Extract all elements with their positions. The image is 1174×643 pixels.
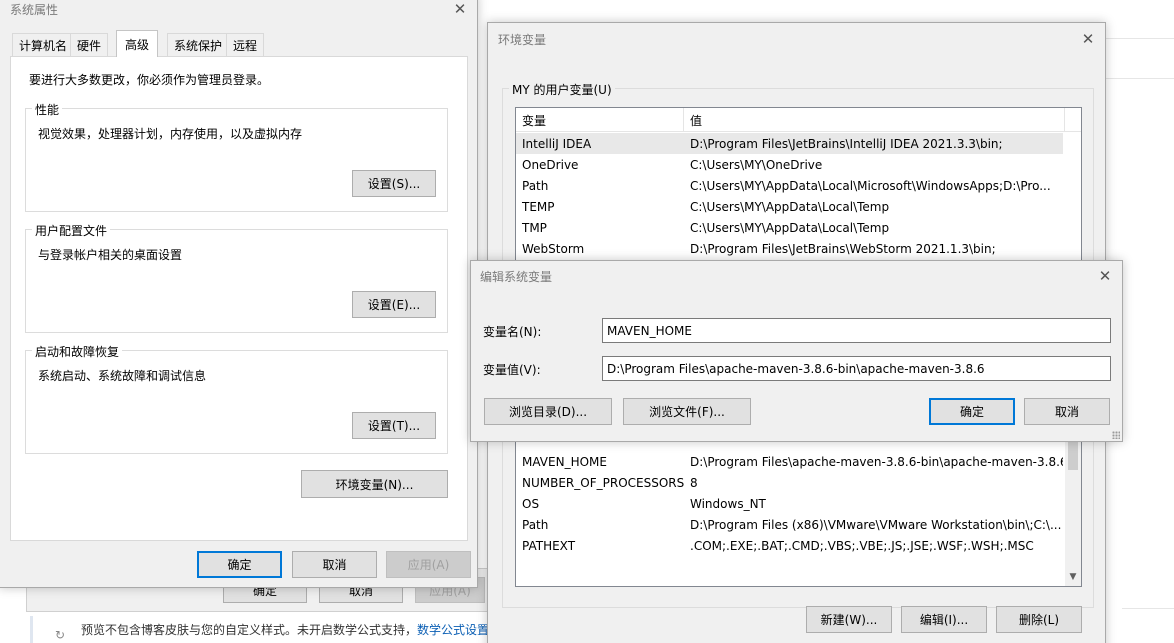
variable-name: TEMP [522, 199, 555, 214]
preview-hint-text: 预览不包含博客皮肤与您的自定义样式。未开启数学公式支持， [81, 623, 418, 637]
edit-system-variable-dialog: 编辑系统变量 ✕ 变量名(N): MAVEN_HOME 变量值(V): D:\P… [470, 260, 1123, 442]
table-row[interactable]: Path C:\Users\MY\AppData\Local\Microsoft… [516, 175, 1063, 196]
new-variable-button[interactable]: 新建(W)... [806, 606, 892, 633]
variable-name: TMP [522, 220, 547, 235]
ok-button[interactable]: 确定 [197, 551, 282, 578]
system-list-scrollbar[interactable]: ▼ [1065, 436, 1081, 586]
tab-panel: 要进行大多数更改，你必须作为管理员登录。 性能 视觉效果，处理器计划，内存使用，… [10, 56, 468, 541]
scrollbar-thumb[interactable] [1068, 440, 1078, 470]
variable-name: PATHEXT [522, 538, 576, 553]
cancel-button[interactable]: 取消 [292, 551, 377, 578]
group-description: 视觉效果，处理器计划，内存使用，以及虚拟内存 [38, 127, 303, 141]
background-divider [1122, 608, 1174, 609]
table-row[interactable]: OS Windows_NT [516, 493, 1063, 514]
variable-name: WebStorm [522, 241, 585, 256]
admin-note: 要进行大多数更改，你必须作为管理员登录。 [29, 73, 270, 87]
group-label: 用户配置文件 [32, 222, 111, 239]
close-icon[interactable]: ✕ [1088, 262, 1122, 290]
window-title: 环境变量 [498, 33, 547, 47]
browse-directory-button[interactable]: 浏览目录(D)... [484, 398, 612, 425]
delete-variable-button[interactable]: 删除(L) [996, 606, 1082, 633]
variable-value: 8 [690, 475, 698, 490]
variable-value: C:\Users\MY\AppData\Local\Temp [690, 220, 890, 235]
tab-system-protection[interactable]: 系统保护 [167, 33, 230, 56]
group-label: 启动和故障恢复 [32, 343, 123, 360]
variable-name: Path [522, 178, 549, 193]
variable-value: C:\Users\MY\AppData\Local\Temp [690, 199, 890, 214]
tab-hardware[interactable]: 硬件 [70, 33, 109, 56]
user-profiles-settings-button[interactable]: 设置(E)... [352, 291, 436, 318]
preview-hint-bar: ↻ 预览不包含博客皮肤与您的自定义样式。未开启数学公式支持， 数学公式设置 [30, 616, 490, 643]
user-variables-label: MY 的用户变量(U) [509, 81, 615, 98]
group-label: 性能 [32, 101, 63, 118]
tab-computer-name[interactable]: 计算机名 [12, 33, 75, 56]
math-settings-link[interactable]: 数学公式设置 [417, 621, 489, 638]
table-row[interactable]: TEMP C:\Users\MY\AppData\Local\Temp [516, 196, 1063, 217]
column-header-value[interactable]: 值 [684, 108, 1065, 132]
variable-name: OneDrive [522, 157, 579, 172]
background-divider [1105, 38, 1174, 39]
variable-value: D:\Program Files\JetBrains\WebStorm 2021… [690, 241, 996, 256]
variable-name: MAVEN_HOME [522, 454, 607, 469]
background-divider [1105, 78, 1174, 79]
startup-recovery-group: 启动和故障恢复 系统启动、系统故障和调试信息 设置(T)... [25, 343, 448, 454]
system-variables-list[interactable]: MAVEN_HOME D:\Program Files\apache-maven… [515, 435, 1082, 587]
variable-value: Windows_NT [690, 496, 766, 511]
variable-name: NUMBER_OF_PROCESSORS [522, 475, 684, 490]
variable-name: OS [522, 496, 540, 511]
column-header-name[interactable]: 变量 [516, 108, 684, 132]
table-row[interactable]: NUMBER_OF_PROCESSORS 8 [516, 472, 1063, 493]
user-profiles-group: 用户配置文件 与登录帐户相关的桌面设置 设置(E)... [25, 222, 448, 333]
window-title: 系统属性 [10, 3, 59, 17]
cancel-button[interactable]: 取消 [1024, 398, 1110, 425]
arrow-icon: ↻ [55, 628, 66, 642]
browse-file-button[interactable]: 浏览文件(F)... [623, 398, 751, 425]
table-row[interactable]: MAVEN_HOME D:\Program Files\apache-maven… [516, 451, 1063, 472]
table-row[interactable]: TMP C:\Users\MY\AppData\Local\Temp [516, 217, 1063, 238]
tab-remote[interactable]: 远程 [226, 33, 265, 56]
performance-settings-button[interactable]: 设置(S)... [352, 170, 436, 197]
resize-grip-icon[interactable] [1112, 431, 1120, 439]
tab-advanced[interactable]: 高级 [116, 30, 159, 57]
edit-variable-button[interactable]: 编辑(I)... [901, 606, 987, 633]
table-row[interactable]: WebStorm D:\Program Files\JetBrains\WebS… [516, 238, 1063, 259]
close-icon[interactable]: ✕ [1071, 25, 1105, 53]
variable-name: IntelliJ IDEA [522, 136, 592, 151]
variable-name-input[interactable]: MAVEN_HOME [602, 318, 1111, 343]
variable-value-label: 变量值(V): [483, 363, 541, 377]
variable-value: D:\Program Files (x86)\VMware\VMware Wor… [690, 517, 1062, 532]
apply-button: 应用(A) [386, 551, 471, 578]
table-row[interactable]: PATHEXT .COM;.EXE;.BAT;.CMD;.VBS;.VBE;.J… [516, 535, 1063, 556]
startup-recovery-settings-button[interactable]: 设置(T)... [352, 412, 436, 439]
system-properties-window: 系统属性 ✕ 计算机名 硬件 高级 系统保护 远程 要进行大多数更改，你必须作为… [0, 0, 478, 588]
scroll-down-icon[interactable]: ▼ [1065, 570, 1081, 584]
variable-value-input[interactable]: D:\Program Files\apache-maven-3.8.6-bin\… [602, 356, 1111, 381]
variable-name-label: 变量名(N): [483, 325, 542, 339]
variable-name: Path [522, 517, 549, 532]
group-description: 系统启动、系统故障和调试信息 [38, 369, 207, 383]
user-variables-list[interactable]: 变量 值 IntelliJ IDEA D:\Program Files\JetB… [515, 107, 1082, 267]
variable-value: C:\Users\MY\OneDrive [690, 157, 823, 172]
environment-variables-button[interactable]: 环境变量(N)... [301, 470, 448, 498]
group-description: 与登录帐户相关的桌面设置 [38, 248, 183, 262]
window-title: 编辑系统变量 [480, 270, 553, 284]
ok-button[interactable]: 确定 [929, 398, 1015, 425]
table-row[interactable]: IntelliJ IDEA D:\Program Files\JetBrains… [516, 133, 1063, 154]
variable-value: C:\Users\MY\AppData\Local\Microsoft\Wind… [690, 178, 1051, 193]
list-header: 变量 值 [516, 108, 1081, 132]
table-row[interactable]: OneDrive C:\Users\MY\OneDrive [516, 154, 1063, 175]
performance-group: 性能 视觉效果，处理器计划，内存使用，以及虚拟内存 设置(S)... [25, 101, 448, 212]
variable-value: D:\Program Files\apache-maven-3.8.6-bin\… [690, 454, 1063, 469]
table-row[interactable]: Path D:\Program Files (x86)\VMware\VMwar… [516, 514, 1063, 535]
variable-value: D:\Program Files\JetBrains\IntelliJ IDEA… [690, 136, 1003, 151]
close-icon[interactable]: ✕ [443, 0, 477, 23]
variable-value: .COM;.EXE;.BAT;.CMD;.VBS;.VBE;.JS;.JSE;.… [690, 538, 1034, 553]
